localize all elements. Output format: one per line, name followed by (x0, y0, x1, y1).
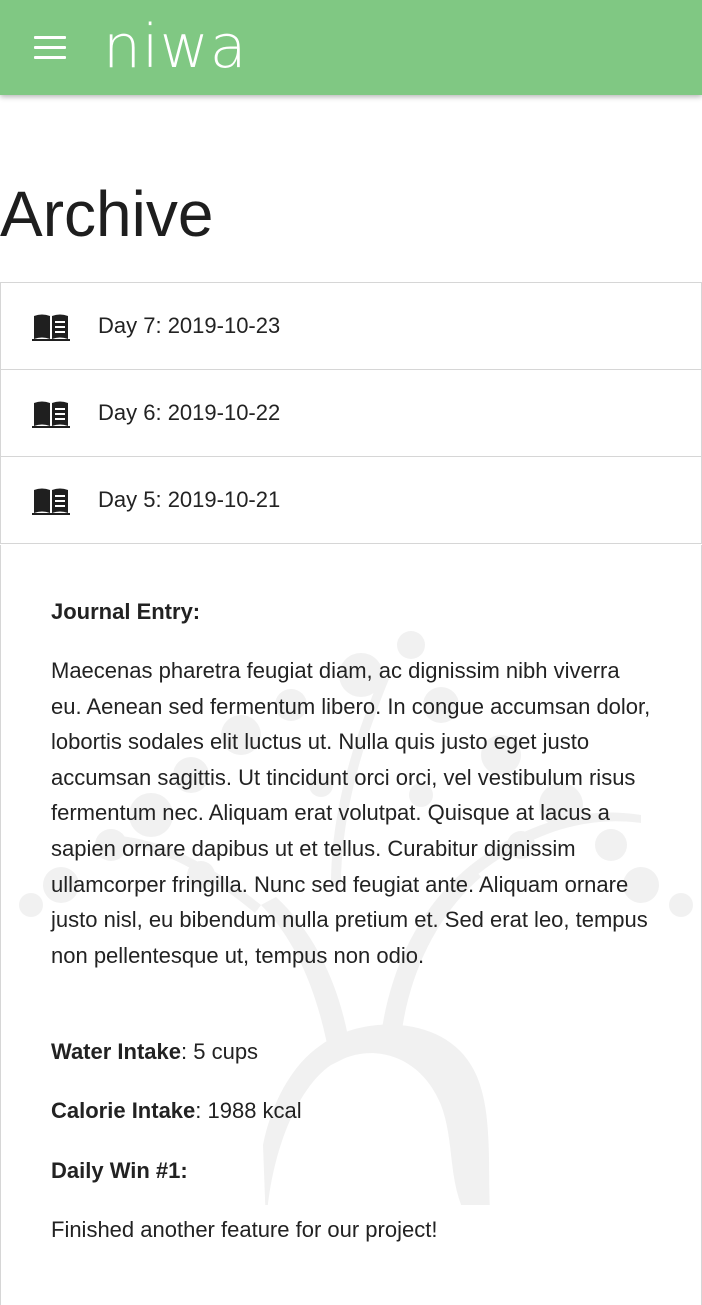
water-intake: Water Intake: 5 cups (51, 1035, 258, 1069)
archive-list: Day 7: 2019-10-23 Day 6: 2019-10-22 Day … (0, 282, 702, 544)
archive-item-label: Day 7: 2019-10-23 (98, 313, 281, 338)
book-icon (32, 314, 70, 341)
app-bar: niwa (0, 0, 702, 95)
book-icon (32, 488, 70, 515)
archive-item-day-7[interactable]: Day 7: 2019-10-23 (0, 282, 702, 370)
daily-win-text: Finished another feature for our project… (51, 1217, 438, 1242)
app-title: niwa (103, 12, 248, 82)
journal-entry-text: Maecenas pharetra feugiat diam, ac digni… (51, 658, 651, 968)
calorie-intake-value: : 1988 kcal (195, 1098, 302, 1123)
calorie-intake-label: Calorie Intake (51, 1098, 196, 1123)
hamburger-menu-icon[interactable] (34, 36, 68, 60)
journal-entry-panel: Journal Entry: Maecenas pharetra feugiat… (0, 545, 702, 1305)
archive-item-label: Day 5: 2019-10-21 (98, 487, 281, 512)
archive-item-day-6[interactable]: Day 6: 2019-10-22 (0, 370, 702, 457)
calorie-intake: Calorie Intake: 1988 kcal (51, 1094, 302, 1128)
daily-win-heading: Daily Win #1: (51, 1158, 188, 1183)
archive-item-label: Day 6: 2019-10-22 (98, 400, 281, 425)
archive-item-day-5[interactable]: Day 5: 2019-10-21 (0, 457, 702, 544)
journal-entry-heading: Journal Entry: (51, 599, 201, 624)
water-intake-label: Water Intake (51, 1039, 182, 1064)
page-title: Archive (0, 178, 214, 250)
water-intake-value: : 5 cups (181, 1039, 259, 1064)
book-icon (32, 401, 70, 428)
